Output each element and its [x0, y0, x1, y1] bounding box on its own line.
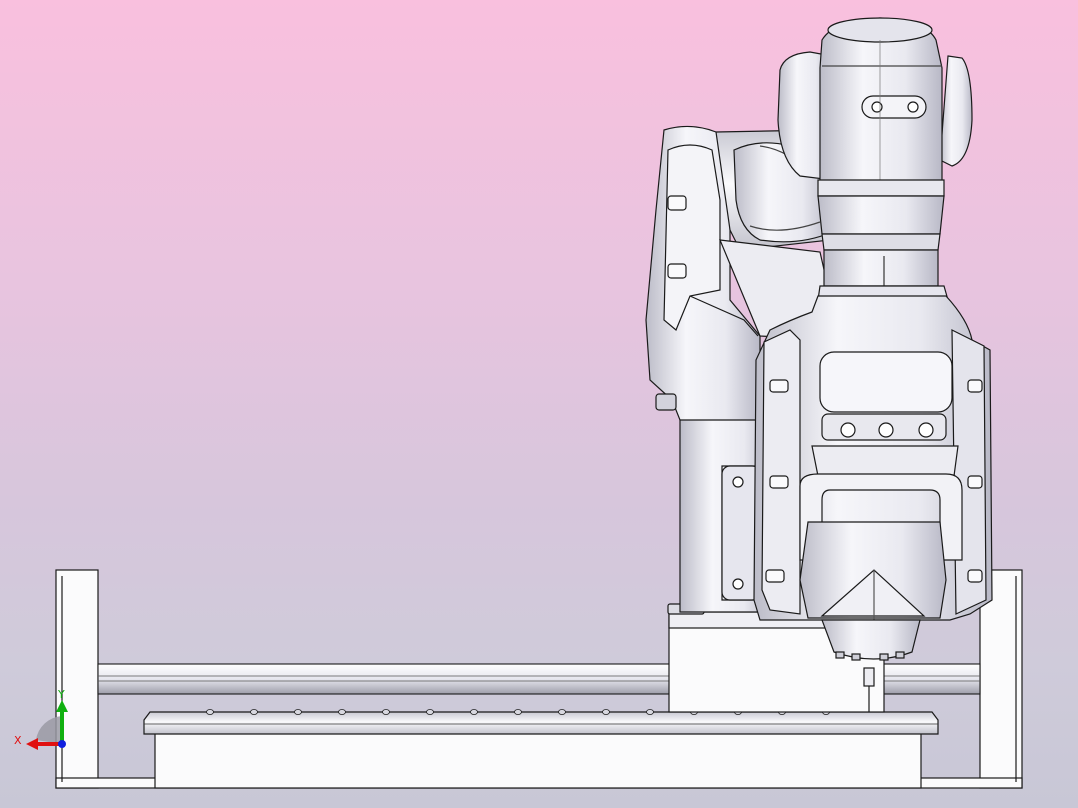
fixture-table[interactable] [143, 709, 939, 789]
fixture-bolt [382, 709, 390, 715]
triad-x-label: X [14, 734, 22, 747]
z-axis-dot [58, 740, 66, 748]
fixture-bolt [514, 709, 522, 715]
fixture-bolt [250, 709, 258, 715]
fixture-bolt [338, 709, 346, 715]
fixture-bolt [602, 709, 610, 715]
triad-y-label: Y [58, 688, 65, 701]
cad-graphics-viewport[interactable]: X Y [0, 0, 1078, 808]
tool-probe[interactable] [863, 667, 875, 687]
cad-model-scene[interactable] [0, 0, 1078, 808]
fixture-bolt [206, 709, 214, 715]
fixture-bolt [294, 709, 302, 715]
fixture-bolt [558, 709, 566, 715]
fixture-bolt [426, 709, 434, 715]
fixture-bolt [646, 709, 654, 715]
view-orientation-triad [26, 700, 68, 750]
fixture-bolt [470, 709, 478, 715]
